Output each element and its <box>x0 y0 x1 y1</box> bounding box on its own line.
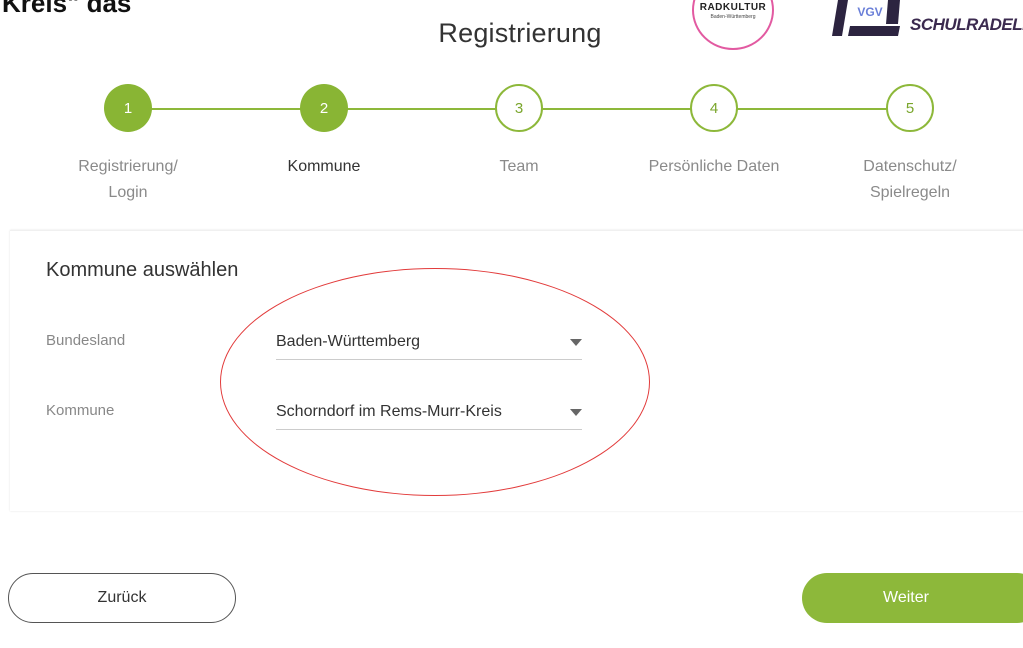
bundesland-label: Bundesland <box>46 332 126 349</box>
step-5-circle: 5 <box>886 84 934 132</box>
step-2-circle: 2 <box>300 84 348 132</box>
schulradeln-logo-text: SCHULRADELN <box>910 15 1023 34</box>
schulradeln-mark-text: VGV <box>857 5 882 19</box>
radkultur-logo-subtitle: Baden-Württemberg <box>710 14 756 20</box>
step-1-label: Registrierung/ Login <box>38 154 218 206</box>
step-4-circle: 4 <box>690 84 738 132</box>
step-3-label: Team <box>429 154 609 180</box>
step-4-label: Persönliche Daten <box>624 154 804 180</box>
step-2[interactable]: 2 Kommune <box>234 84 414 180</box>
step-3-label-line1: Team <box>499 158 539 175</box>
step-5-label-line1: Datenschutz/ <box>863 158 957 175</box>
step-5[interactable]: 5 Datenschutz/ Spielregeln <box>820 84 1000 206</box>
overlay-corner-text: Kreis" das <box>2 0 132 18</box>
chevron-down-icon <box>570 409 582 416</box>
next-button[interactable]: Weiter <box>802 573 1023 623</box>
back-button[interactable]: Zurück <box>8 573 236 623</box>
kommune-label: Kommune <box>46 402 115 419</box>
chevron-down-icon <box>570 339 582 346</box>
bundesland-select[interactable]: Baden-Württemberg <box>276 327 582 360</box>
step-1-label-line2: Login <box>108 184 148 201</box>
step-1-circle: 1 <box>104 84 152 132</box>
step-4-label-line1: Persönliche Daten <box>648 158 780 175</box>
schulradeln-logo-mark: VGV <box>832 0 900 36</box>
step-4[interactable]: 4 Persönliche Daten <box>624 84 804 180</box>
kommune-value: Schorndorf im Rems-Murr-Kreis <box>276 403 502 420</box>
step-5-label: Datenschutz/ Spielregeln <box>820 154 1000 206</box>
step-2-label-line1: Kommune <box>287 158 361 175</box>
bundesland-value: Baden-Württemberg <box>276 333 421 350</box>
card-title: Kommune auswählen <box>46 259 239 281</box>
step-1-label-line1: Registrierung/ <box>78 158 178 175</box>
step-1[interactable]: 1 Registrierung/ Login <box>38 84 218 206</box>
radkultur-logo-text: RADKULTUR <box>699 2 767 13</box>
step-5-label-line2: Spielregeln <box>869 184 951 201</box>
step-3[interactable]: 3 Team <box>429 84 609 180</box>
kommune-select[interactable]: Schorndorf im Rems-Murr-Kreis <box>276 397 582 430</box>
step-2-label: Kommune <box>234 154 414 180</box>
step-3-circle: 3 <box>495 84 543 132</box>
kommune-card: Kommune auswählen Bundesland Baden-Württ… <box>10 230 1023 511</box>
schulradeln-logo: VGV SCHULRADELN <box>826 0 1023 40</box>
